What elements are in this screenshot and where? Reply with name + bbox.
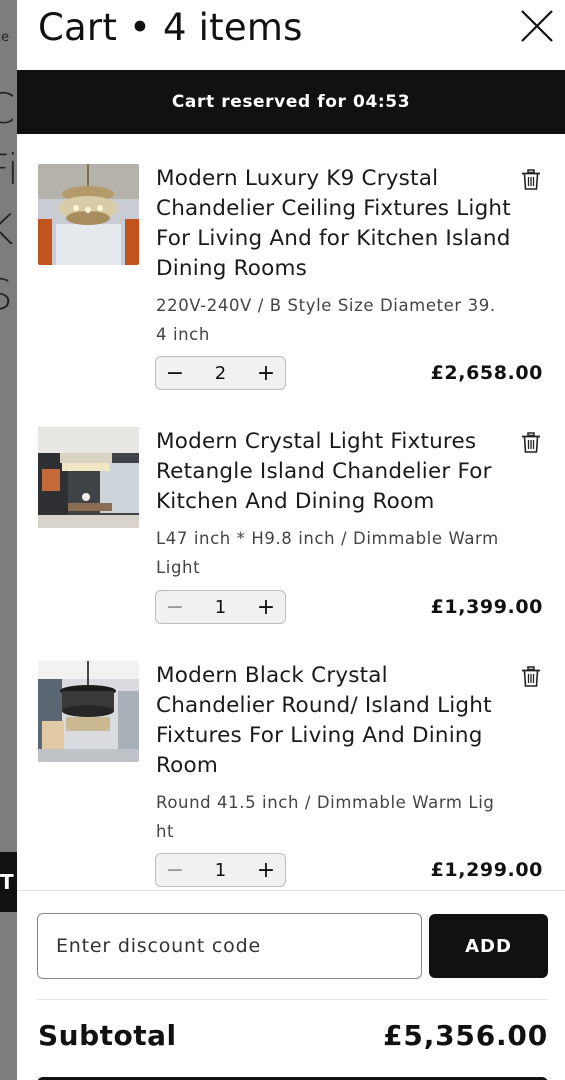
cart-header: Cart • 4 items xyxy=(17,0,565,70)
remove-item-button[interactable] xyxy=(520,431,542,455)
trash-icon xyxy=(522,666,540,687)
background-bar: T xyxy=(0,852,17,912)
increase-quantity-button[interactable]: + xyxy=(247,854,285,886)
cart-drawer: Cart • 4 items Cart reserved for 04:53 M… xyxy=(17,0,565,1080)
product-variant: Round 41.5 inch / Dimmable Warm Light xyxy=(156,793,495,841)
subtotal-value: £5,356.00 xyxy=(383,1019,548,1052)
apply-discount-button[interactable]: ADD xyxy=(429,914,548,978)
quantity-stepper: − 2 + xyxy=(155,356,286,390)
product-price: £1,399.00 xyxy=(430,596,543,618)
decrease-quantity-button[interactable]: − xyxy=(156,854,194,886)
cart-reserved-banner: Cart reserved for 04:53 xyxy=(17,70,565,134)
product-title[interactable]: Modern Luxury K9 Crystal Chandelier Ceil… xyxy=(156,164,511,284)
product-image[interactable] xyxy=(38,427,139,528)
background-text: C xyxy=(0,84,16,133)
background-text: Ki xyxy=(0,205,17,254)
background-text: S xyxy=(0,270,13,319)
background-text: T xyxy=(0,870,14,894)
background-text: ce xyxy=(0,30,10,45)
cart-item: Modern Luxury K9 Crystal Chandelier Ceil… xyxy=(17,164,565,400)
trash-icon xyxy=(522,169,540,190)
product-image[interactable] xyxy=(38,164,139,265)
subtotal-label: Subtotal xyxy=(38,1019,177,1052)
product-variant: 220V-240V / B Style Size Diameter 39.4 i… xyxy=(156,296,496,344)
cart-reserved-text: Cart reserved for 04:53 xyxy=(171,92,411,112)
remove-item-button[interactable] xyxy=(520,168,542,192)
product-price: £2,658.00 xyxy=(430,362,543,384)
product-variant: L47 inch * H9.8 inch / Dimmable Warm Lig… xyxy=(156,529,499,577)
increase-quantity-button[interactable]: + xyxy=(247,591,285,623)
divider xyxy=(37,999,548,1000)
product-title[interactable]: Modern Black Crystal Chandelier Round/ I… xyxy=(156,661,511,781)
trash-icon xyxy=(522,432,540,453)
quantity-value[interactable]: 1 xyxy=(194,597,247,618)
close-icon xyxy=(521,10,553,42)
decrease-quantity-button[interactable]: − xyxy=(156,357,194,389)
quantity-stepper: − 1 + xyxy=(155,590,286,624)
cart-footer: ADD Subtotal £5,356.00 xyxy=(17,890,565,1080)
product-price: £1,299.00 xyxy=(430,859,543,881)
cart-item: Modern Crystal Light Fixtures Retangle I… xyxy=(17,427,565,663)
cart-title: Cart • 4 items xyxy=(38,6,303,49)
decrease-quantity-button[interactable]: − xyxy=(156,591,194,623)
increase-quantity-button[interactable]: + xyxy=(247,357,285,389)
quantity-value[interactable]: 2 xyxy=(194,363,247,384)
background-text: Fi xyxy=(0,145,17,194)
background-page-overlay: ce C Fi Ki S T xyxy=(0,0,17,1080)
remove-item-button[interactable] xyxy=(520,665,542,689)
product-image[interactable] xyxy=(38,661,139,762)
quantity-value[interactable]: 1 xyxy=(194,860,247,881)
cart-item: Modern Black Crystal Chandelier Round/ I… xyxy=(17,661,565,889)
discount-code-input[interactable] xyxy=(37,913,422,979)
close-button[interactable] xyxy=(517,6,557,46)
quantity-stepper: − 1 + xyxy=(155,853,286,887)
product-title[interactable]: Modern Crystal Light Fixtures Retangle I… xyxy=(156,427,511,517)
